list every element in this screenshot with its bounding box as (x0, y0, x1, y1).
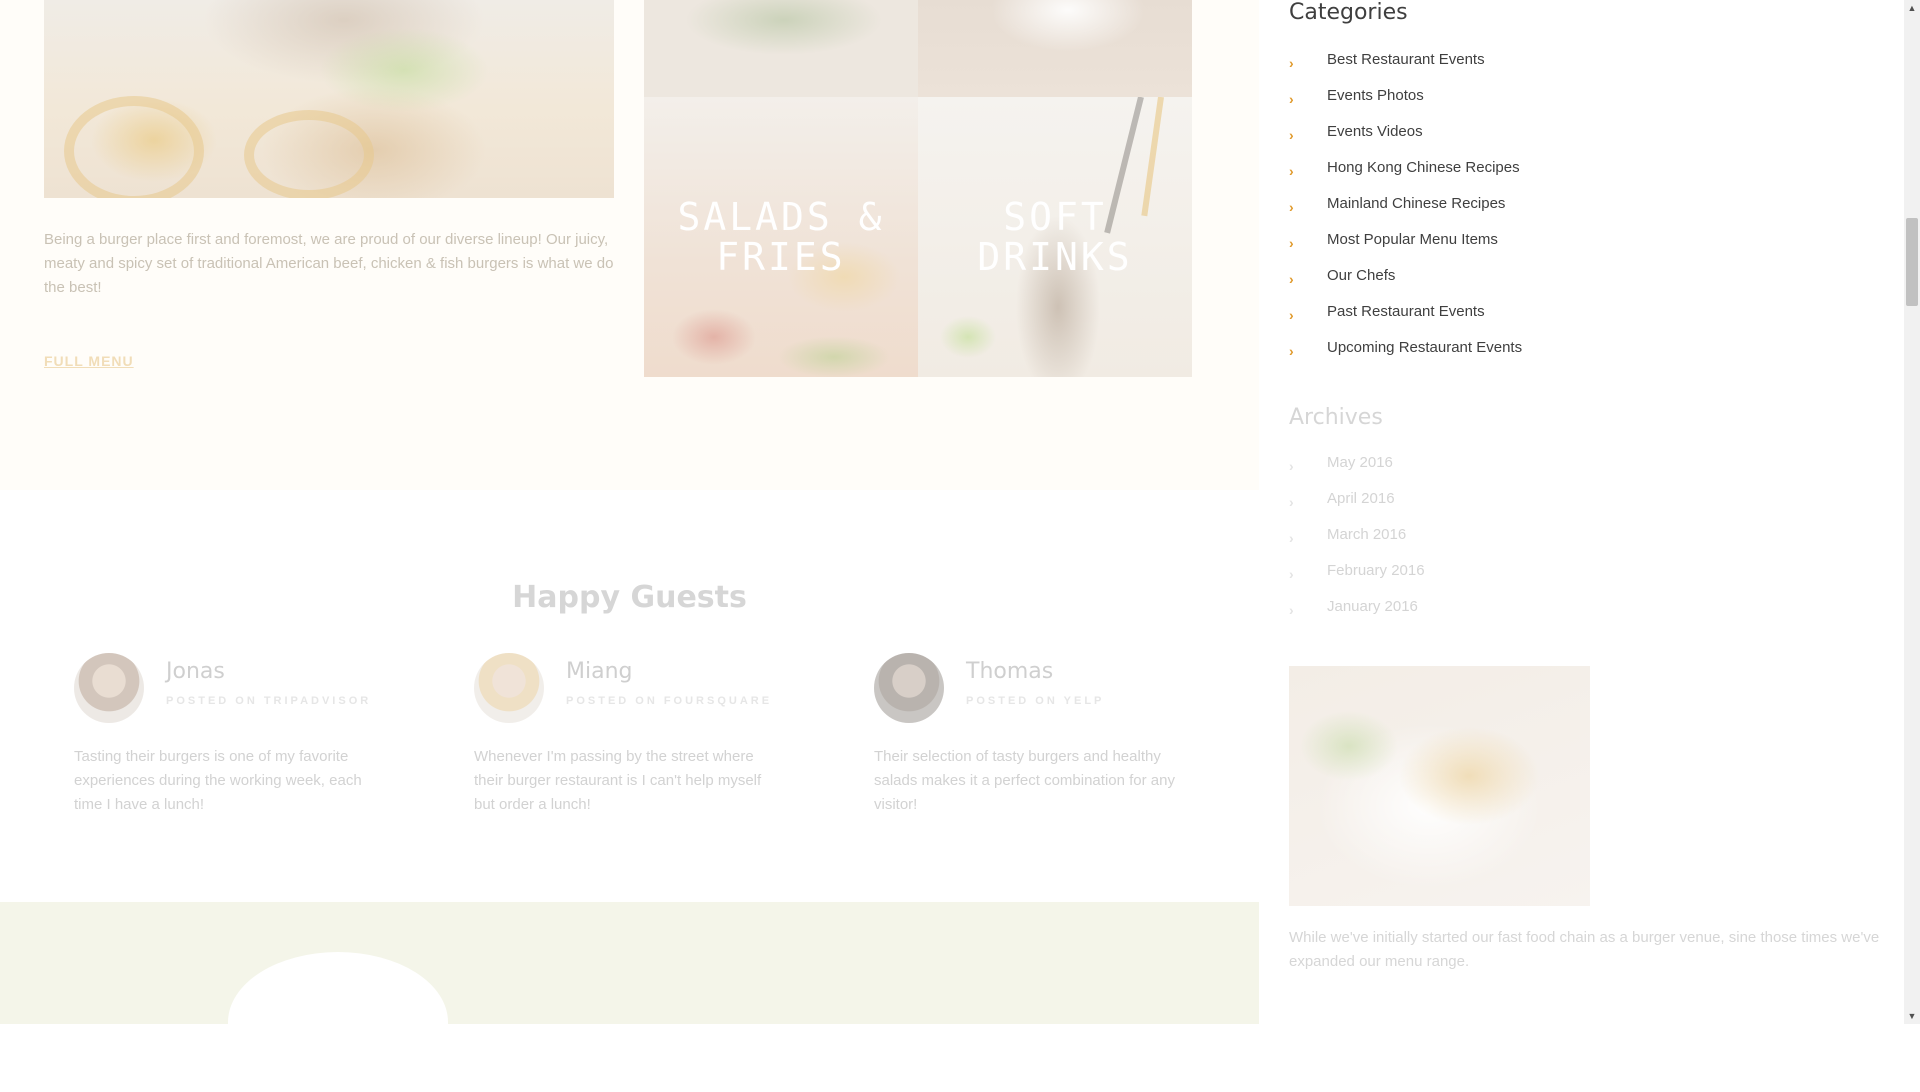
guest-name: Miang (566, 659, 633, 684)
archive-label: February 2016 (1327, 562, 1425, 579)
category-item[interactable]: › Most Popular Menu Items (1289, 230, 1522, 266)
chevron-right-icon: › (1289, 566, 1294, 582)
archive-label: May 2016 (1327, 454, 1393, 471)
guest-source: POSTED ON YELP (966, 695, 1105, 707)
salads-fries-tile-title: SALADS & FRIES (677, 195, 885, 279)
salads-fries-tile[interactable]: SALADS & FRIES (644, 97, 918, 377)
category-label: Most Popular Menu Items (1327, 231, 1498, 248)
arrow-up-icon[interactable]: ▲ (1904, 0, 1920, 16)
archive-label: April 2016 (1327, 490, 1395, 507)
category-label: Our Chefs (1327, 267, 1396, 284)
happy-guests-title: Happy Guests (512, 580, 747, 615)
avatar (74, 653, 144, 723)
category-label: Best Restaurant Events (1327, 51, 1485, 68)
chevron-right-icon: › (1289, 163, 1294, 179)
scrollbar-thumb[interactable] (1906, 218, 1918, 306)
archives-title: Archives (1289, 405, 1383, 430)
category-item[interactable]: › Events Videos (1289, 122, 1522, 158)
categories-title: Categories (1289, 0, 1408, 25)
onion-ring-shape (64, 96, 204, 198)
arrow-down-icon[interactable]: ▼ (1904, 1008, 1920, 1024)
chevron-right-icon: › (1289, 343, 1294, 359)
guest-text: Their selection of tasty burgers and hea… (874, 748, 1175, 813)
chevron-right-icon: › (1289, 602, 1294, 618)
category-label: Hong Kong Chinese Recipes (1327, 159, 1520, 176)
salad-top-image (644, 0, 918, 97)
sidebar-food-image (1289, 666, 1590, 906)
decorative-image (228, 952, 448, 1092)
archive-label: March 2016 (1327, 526, 1407, 543)
categories-list: › Best Restaurant Events › Events Photos ›… (1289, 50, 1522, 374)
guest-name: Thomas (966, 659, 1054, 684)
chevron-right-icon: › (1289, 127, 1294, 143)
archive-item[interactable]: › February 2016 (1289, 561, 1425, 597)
category-label: Upcoming Restaurant Events (1327, 339, 1523, 356)
category-item[interactable]: › Hong Kong Chinese Recipes (1289, 158, 1522, 194)
archive-label: January 2016 (1327, 598, 1418, 615)
full-menu-link[interactable]: FULL MENU (44, 353, 134, 369)
chevron-right-icon: › (1289, 530, 1294, 546)
next-section (0, 902, 1259, 1092)
chevron-right-icon: › (1289, 55, 1294, 71)
avatar (874, 653, 944, 723)
category-item[interactable]: › Mainland Chinese Recipes (1289, 194, 1522, 230)
chevron-right-icon: › (1289, 235, 1294, 251)
archives-list: › May 2016 › April 2016 › March 2016 › Febru… (1289, 453, 1425, 633)
main-content: Being a burger place first and foremost,… (0, 0, 1259, 1092)
scrollbar[interactable]: ▲ ▼ (1904, 0, 1920, 1024)
archive-item[interactable]: › January 2016 (1289, 597, 1425, 633)
avatar (474, 653, 544, 723)
category-item[interactable]: › Our Chefs (1289, 266, 1522, 302)
guest-text: Whenever I'm passing by the street where… (474, 748, 762, 813)
archive-item[interactable]: › April 2016 (1289, 489, 1425, 525)
archive-item[interactable]: › March 2016 (1289, 525, 1425, 561)
drink-top-image (918, 0, 1192, 97)
menu-section: Being a burger place first and foremost,… (0, 0, 1259, 490)
category-item[interactable]: › Upcoming Restaurant Events (1289, 338, 1522, 374)
chevron-right-icon: › (1289, 271, 1294, 287)
soft-drinks-tile-title: SOFT DRINKS (977, 195, 1133, 279)
onion-ring-shape (244, 110, 374, 198)
chevron-right-icon: › (1289, 91, 1294, 107)
sidebar-about-text: While we've initially started our fast f… (1289, 929, 1880, 970)
soft-drinks-tile[interactable]: SOFT DRINKS (918, 97, 1192, 377)
guest-text: Tasting their burgers is one of my favor… (74, 748, 362, 813)
archive-item[interactable]: › May 2016 (1289, 453, 1425, 489)
sidebar: Categories › Best Restaurant Events › Even… (1259, 0, 1904, 1024)
guest-source: POSTED ON FOURSQUARE (566, 695, 773, 707)
guest-source: POSTED ON TRIPADVISOR (166, 695, 372, 707)
guest-name: Jonas (166, 659, 225, 684)
category-item[interactable]: › Events Photos (1289, 86, 1522, 122)
category-label: Past Restaurant Events (1327, 303, 1485, 320)
chevron-right-icon: › (1289, 199, 1294, 215)
category-label: Events Photos (1327, 87, 1424, 104)
category-label: Events Videos (1327, 123, 1423, 140)
category-label: Mainland Chinese Recipes (1327, 195, 1506, 212)
category-item[interactable]: › Past Restaurant Events (1289, 302, 1522, 338)
chevron-right-icon: › (1289, 494, 1294, 510)
category-item[interactable]: › Best Restaurant Events (1289, 50, 1522, 86)
chevron-right-icon: › (1289, 307, 1294, 323)
menu-description: Being a burger place first and foremost,… (44, 231, 614, 296)
chevron-right-icon: › (1289, 458, 1294, 474)
burger-image (44, 0, 614, 198)
